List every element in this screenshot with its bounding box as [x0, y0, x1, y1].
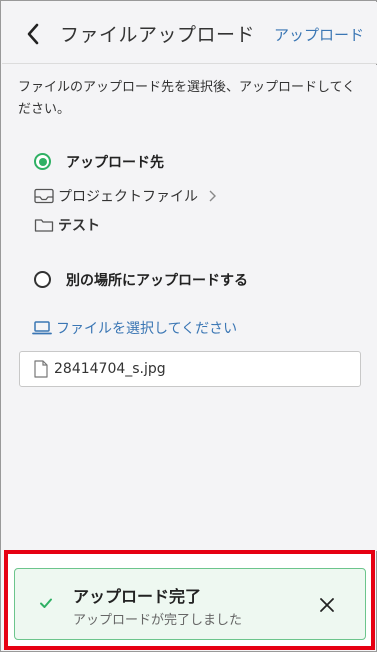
path-item-test: テスト	[34, 215, 100, 235]
chevron-right-icon	[209, 190, 216, 202]
file-name: 28414704_s.jpg	[54, 361, 166, 377]
selected-file-field[interactable]: 28414704_s.jpg	[19, 351, 361, 387]
path-item-label: テスト	[58, 218, 100, 234]
back-button[interactable]	[18, 18, 48, 50]
upload-button[interactable]: アップロード	[274, 24, 364, 45]
chevron-left-icon	[27, 23, 39, 45]
radio-other-location-label: 別の場所にアップロードする	[66, 273, 248, 289]
path-item-project-files[interactable]: プロジェクトファイル	[34, 186, 224, 206]
select-file-link[interactable]: ファイルを選択してください	[32, 318, 237, 338]
toast-close-button[interactable]	[317, 595, 337, 615]
folder-icon	[34, 219, 54, 232]
check-icon	[40, 598, 52, 608]
main-content: ファイルのアップロード先を選択後、アップロードしてください。 アップロード先 プ…	[2, 65, 377, 551]
upload-complete-toast: アップロード完了 アップロードが完了しました	[14, 568, 366, 640]
radio-other-location[interactable]	[34, 271, 51, 288]
radio-upload-destination[interactable]	[34, 153, 51, 170]
page-title: ファイルアップロード	[60, 24, 256, 46]
instruction-text: ファイルのアップロード先を選択後、アップロードしてください。	[18, 80, 356, 117]
inbox-icon	[34, 188, 54, 204]
file-icon	[34, 360, 48, 378]
select-file-label: ファイルを選択してください	[56, 321, 238, 337]
radio-upload-destination-label: アップロード先	[66, 155, 164, 171]
toast-title: アップロード完了	[73, 587, 202, 606]
close-icon	[320, 598, 334, 612]
toast-message: アップロードが完了しました	[73, 613, 243, 628]
toast-highlight: アップロード完了 アップロードが完了しました	[4, 550, 375, 650]
app-frame: ファイルアップロード アップロード ファイルのアップロード先を選択後、アップロー…	[0, 0, 377, 652]
header: ファイルアップロード アップロード	[2, 2, 377, 64]
laptop-icon	[32, 321, 52, 335]
path-item-label: プロジェクトファイル	[58, 189, 198, 205]
